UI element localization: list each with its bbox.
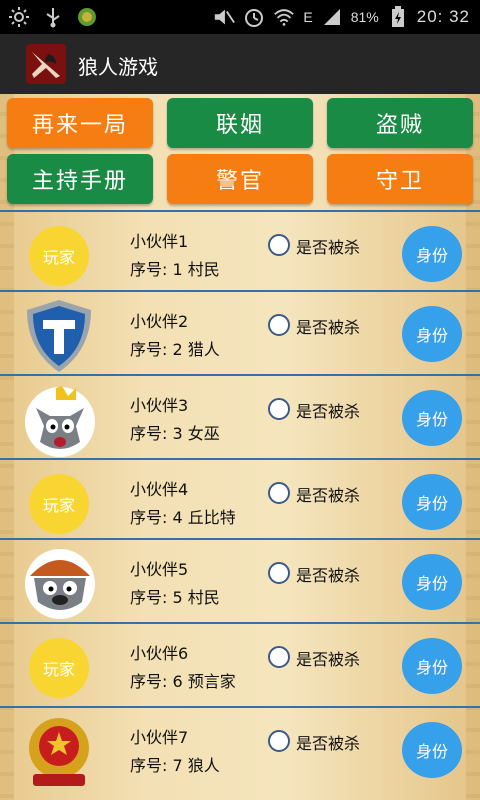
player-name: 小伙伴1 (130, 232, 189, 251)
sun-icon (8, 6, 30, 28)
divider (0, 290, 480, 292)
killed-radio[interactable] (268, 730, 290, 752)
police-badge-avatar (16, 716, 102, 788)
identity-button[interactable]: 身份 (402, 474, 462, 530)
divider (0, 210, 480, 212)
gray-wolf-crown-avatar (16, 384, 102, 457)
identity-button[interactable]: 身份 (402, 226, 462, 282)
player-avatar: 玩家 (16, 632, 102, 704)
player-row: 小伙伴7 序号: 7 狼人 是否被杀 身份 (0, 710, 480, 792)
host-manual-button[interactable]: 主持手册 (7, 154, 153, 204)
thief-button[interactable]: 盗贼 (327, 98, 473, 148)
killed-label: 是否被杀 (296, 650, 361, 669)
player-number-role: 序号: 7 狼人 (130, 756, 220, 775)
app-title: 狼人游戏 (78, 55, 158, 79)
identity-button[interactable]: 身份 (402, 390, 462, 446)
player-row: 玩家 小伙伴1 序号: 1 村民 是否被杀 身份 (0, 214, 480, 296)
player-row: 小伙伴2 序号: 2 猎人 是否被杀 身份 (0, 294, 480, 376)
marriage-button[interactable]: 联姻 (167, 98, 313, 148)
player-placeholder-avatar: 玩家 (29, 226, 89, 286)
player-number-role: 序号: 1 村民 (130, 260, 220, 279)
android-debug-icon (76, 6, 98, 28)
player-name: 小伙伴7 (130, 728, 189, 747)
player-name: 小伙伴6 (130, 644, 189, 663)
battery-percent: 81% (350, 9, 379, 25)
killed-label: 是否被杀 (296, 566, 361, 585)
sheriff-button[interactable]: 警官 (167, 154, 313, 204)
killed-radio[interactable] (268, 482, 290, 504)
alarm-icon (243, 6, 265, 28)
player-name: 小伙伴3 (130, 396, 189, 415)
player-number-role: 序号: 5 村民 (130, 588, 220, 607)
killed-radio[interactable] (268, 234, 290, 256)
content-area: 再来一局 联姻 盗贼 主持手册 警官 守卫 玩家 小伙伴1 序号: 1 村民 是… (0, 94, 480, 800)
player-number-role: 序号: 2 猎人 (130, 340, 220, 359)
player-placeholder-avatar: 玩家 (29, 638, 89, 698)
player-row: 小伙伴5 序号: 5 村民 是否被杀 身份 (0, 542, 480, 624)
killed-label: 是否被杀 (296, 486, 361, 505)
player-avatar: 玩家 (16, 468, 102, 540)
killed-label: 是否被杀 (296, 318, 361, 337)
killed-radio[interactable] (268, 562, 290, 584)
player-row: 小伙伴3 序号: 3 女巫 是否被杀 身份 (0, 378, 480, 460)
player-number-role: 序号: 4 丘比特 (130, 508, 236, 527)
killed-label: 是否被杀 (296, 238, 361, 257)
clock: 20: 32 (416, 7, 470, 26)
killed-radio[interactable] (268, 314, 290, 336)
gray-wolf-hat-avatar (16, 548, 102, 620)
guard-button[interactable]: 守卫 (327, 154, 473, 204)
divider (0, 706, 480, 708)
identity-button[interactable]: 身份 (402, 554, 462, 610)
player-number-role: 序号: 3 女巫 (130, 424, 220, 443)
werewolf-app-icon[interactable] (26, 44, 66, 84)
divider (0, 374, 480, 376)
divider (0, 622, 480, 624)
player-placeholder-avatar: 玩家 (29, 474, 89, 534)
network-type-label: E (303, 9, 313, 25)
player-name: 小伙伴4 (130, 480, 189, 499)
player-number-role: 序号: 6 预言家 (130, 672, 236, 691)
player-row: 玩家 小伙伴6 序号: 6 预言家 是否被杀 身份 (0, 626, 480, 708)
wifi-icon (273, 6, 295, 28)
killed-radio[interactable] (268, 398, 290, 420)
identity-button[interactable]: 身份 (402, 722, 462, 778)
divider (0, 538, 480, 540)
player-row: 玩家 小伙伴4 序号: 4 丘比特 是否被杀 身份 (0, 462, 480, 544)
killed-label: 是否被杀 (296, 402, 361, 421)
signal-icon (321, 6, 343, 28)
battery-charging-icon (387, 6, 409, 28)
killed-radio[interactable] (268, 646, 290, 668)
divider (0, 458, 480, 460)
player-name: 小伙伴2 (130, 312, 189, 331)
new-game-button[interactable]: 再来一局 (7, 98, 153, 148)
player-name: 小伙伴5 (130, 560, 189, 579)
killed-label: 是否被杀 (296, 734, 361, 753)
usb-icon (42, 6, 64, 28)
action-bar: 狼人游戏 (0, 34, 480, 94)
mute-icon (213, 6, 236, 28)
player-avatar: 玩家 (16, 220, 102, 292)
identity-button[interactable]: 身份 (402, 306, 462, 362)
shield-t-avatar (16, 300, 102, 372)
identity-button[interactable]: 身份 (402, 638, 462, 694)
status-bar: E 81% 20: 32 (0, 0, 480, 34)
